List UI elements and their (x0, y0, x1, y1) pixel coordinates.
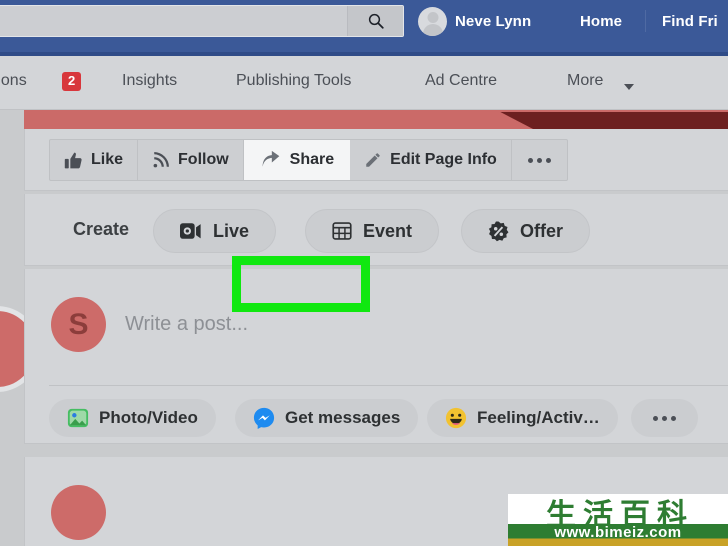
subnav-item-insights[interactable]: Insights (122, 72, 177, 90)
get-messages-label: Get messages (285, 408, 401, 427)
page-actions-row: Like Follow Share Edit Page Info (49, 139, 568, 181)
like-button[interactable]: Like (50, 140, 139, 180)
share-button[interactable]: Share (243, 140, 351, 180)
follow-button-label: Follow (178, 151, 229, 168)
create-live-button[interactable]: Live (153, 209, 277, 253)
page-more-options-button[interactable] (512, 140, 567, 180)
search-bar[interactable] (0, 5, 404, 38)
subnav-item-more[interactable]: More (567, 72, 603, 90)
share-button-highlight (232, 256, 370, 312)
create-offer-label: Offer (520, 220, 564, 241)
get-messages-button[interactable]: Get messages (235, 399, 419, 437)
facebook-top-bar: Neve Lynn Home Find Fri (0, 0, 728, 56)
calendar-icon (332, 222, 352, 240)
avatar-body (422, 24, 443, 36)
create-event-label: Event (363, 220, 413, 241)
pencil-icon (366, 153, 380, 167)
page-actions-card: Like Follow Share Edit Page Info (24, 129, 728, 191)
create-offer-button[interactable]: Offer (461, 209, 591, 253)
composer-avatar: S (51, 297, 106, 352)
post-composer-card: S Write a post... Photo/Video Get messag… (24, 269, 728, 444)
page-content: Like Follow Share Edit Page Info Create … (0, 110, 728, 546)
edit-page-info-label: Edit Page Info (390, 151, 497, 168)
nav-home[interactable]: Home (580, 13, 622, 30)
create-live-label: Live (213, 220, 250, 241)
watermark: 生活百科 www.bimeiz.com (508, 494, 728, 546)
notifications-badge: 2 (62, 72, 82, 91)
create-event-button[interactable]: Event (305, 209, 440, 253)
search-button[interactable] (347, 6, 403, 36)
feeling-activity-label: Feeling/Activ… (477, 408, 600, 427)
like-button-label: Like (91, 151, 124, 168)
photo-video-label: Photo/Video (99, 408, 198, 427)
subnav-item-ad-centre[interactable]: Ad Centre (425, 72, 497, 90)
rss-icon (153, 152, 169, 168)
avatar-head (427, 12, 438, 23)
photo-video-icon (67, 408, 89, 428)
nav-find-friends[interactable]: Find Fri (662, 13, 718, 30)
photo-video-button[interactable]: Photo/Video (49, 399, 216, 437)
more-dots-icon (527, 157, 551, 163)
search-input[interactable] (0, 6, 333, 38)
search-icon (368, 13, 384, 29)
page-subnav: cations Insights Publishing Tools Ad Cen… (0, 56, 728, 110)
follow-button[interactable]: Follow (138, 140, 244, 180)
avatar[interactable] (418, 7, 447, 36)
more-dots-icon (653, 415, 676, 421)
cover-photo (24, 110, 728, 129)
composer-divider (49, 385, 728, 386)
messenger-icon (253, 407, 275, 429)
thumbs-up-icon (64, 152, 82, 168)
chevron-down-icon[interactable] (624, 84, 634, 90)
subnav-item-publishing-tools[interactable]: Publishing Tools (236, 72, 351, 90)
smiley-icon (445, 407, 467, 429)
share-button-label: Share (289, 151, 335, 168)
edit-page-info-button[interactable]: Edit Page Info (350, 140, 512, 180)
subnav-item-notifications[interactable]: cations (0, 72, 27, 90)
create-card: Create Live Event Offer (24, 194, 728, 266)
cover-photo-shape (500, 112, 728, 129)
composer-more-options-button[interactable] (631, 399, 698, 437)
watermark-url: www.bimeiz.com (554, 524, 682, 541)
nav-divider (645, 10, 646, 32)
nav-profile-name[interactable]: Neve Lynn (455, 13, 531, 30)
write-post-input[interactable]: Write a post... (125, 313, 248, 336)
share-arrow-icon (262, 150, 280, 167)
percent-badge-icon (488, 220, 509, 241)
feeling-activity-button[interactable]: Feeling/Activ… (427, 399, 618, 437)
video-camera-icon (180, 223, 201, 239)
create-label: Create (73, 219, 130, 239)
next-post-avatar (51, 485, 106, 540)
